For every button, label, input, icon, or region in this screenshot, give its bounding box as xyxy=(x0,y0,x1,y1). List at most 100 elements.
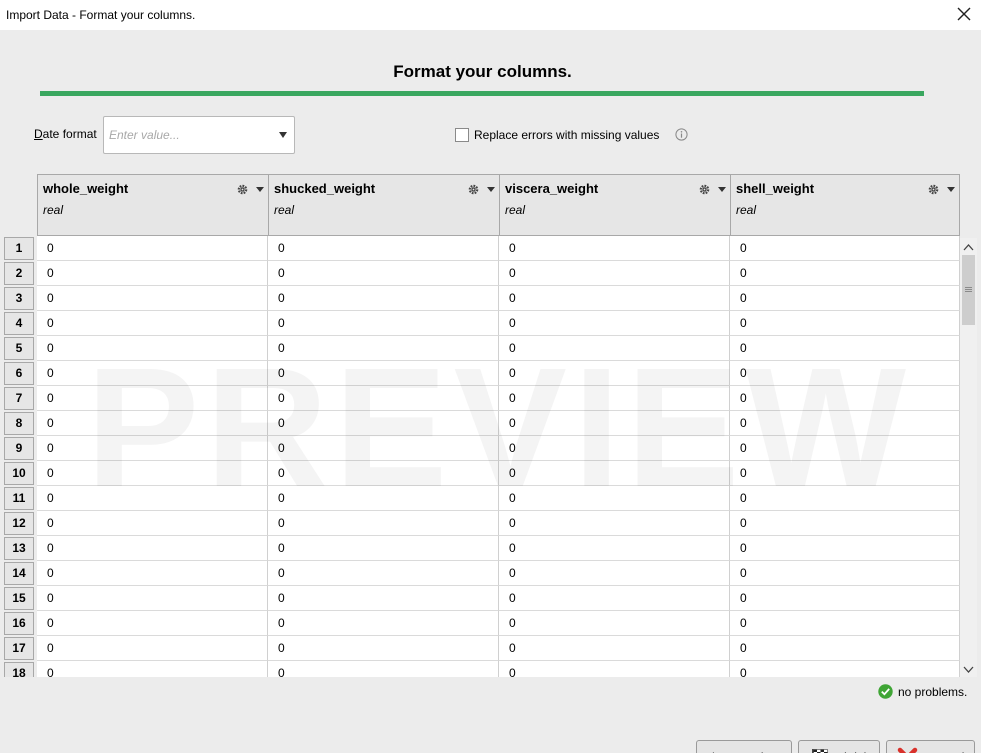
table-cell[interactable]: 0 xyxy=(37,311,268,336)
table-cell[interactable]: 0 xyxy=(730,361,960,386)
column-header[interactable]: viscera_weight real xyxy=(499,174,731,236)
table-cell[interactable]: 0 xyxy=(730,536,960,561)
table-cell[interactable]: 0 xyxy=(37,536,268,561)
table-cell[interactable]: 0 xyxy=(268,636,499,661)
table-cell[interactable]: 0 xyxy=(37,511,268,536)
table-row[interactable]: 80000 xyxy=(4,411,960,436)
table-cell[interactable]: 0 xyxy=(268,661,499,677)
table-cell[interactable]: 0 xyxy=(499,536,730,561)
table-cell[interactable]: 0 xyxy=(499,236,730,261)
chevron-down-icon[interactable] xyxy=(256,187,264,192)
table-cell[interactable]: 0 xyxy=(730,236,960,261)
column-header[interactable]: whole_weight real xyxy=(37,174,269,236)
table-cell[interactable]: 0 xyxy=(37,661,268,677)
table-cell[interactable]: 0 xyxy=(37,636,268,661)
table-cell[interactable]: 0 xyxy=(730,311,960,336)
table-row[interactable]: 13 0 0 0 0 xyxy=(4,536,960,561)
table-cell[interactable]: 0 xyxy=(37,436,268,461)
table-cell[interactable]: 0 xyxy=(730,486,960,511)
table-cell[interactable]: 0 xyxy=(499,436,730,461)
chevron-up-icon[interactable] xyxy=(960,240,977,254)
chevron-down-icon[interactable] xyxy=(487,187,495,192)
chevron-down-icon[interactable] xyxy=(279,132,287,138)
chevron-down-icon[interactable] xyxy=(718,187,726,192)
table-cell[interactable]: 0 xyxy=(499,511,730,536)
table-row[interactable]: 12 0 0 0 0 xyxy=(4,511,960,536)
table-cell[interactable]: 0 xyxy=(730,411,960,436)
table-cell[interactable]: 0 xyxy=(268,311,499,336)
replace-errors-checkbox[interactable] xyxy=(455,128,469,142)
table-cell[interactable]: 0 xyxy=(268,386,499,411)
table-cell[interactable]: 0 xyxy=(499,561,730,586)
table-cell[interactable]: 0 xyxy=(37,411,268,436)
table-row[interactable]: 14 0 0 0 0 xyxy=(4,561,960,586)
table-cell[interactable]: 0 xyxy=(499,661,730,677)
table-cell[interactable]: 0 xyxy=(37,286,268,311)
date-format-select[interactable]: Enter value... xyxy=(103,116,295,154)
table-row[interactable]: 10 0 0 0 0 xyxy=(4,461,960,486)
table-row[interactable]: 70000 xyxy=(4,386,960,411)
table-row[interactable]: 90000 xyxy=(4,436,960,461)
column-header[interactable]: shucked_weight real xyxy=(268,174,500,236)
table-row[interactable]: 17 0 0 0 0 xyxy=(4,636,960,661)
gear-icon[interactable] xyxy=(699,184,710,195)
table-cell[interactable]: 0 xyxy=(268,561,499,586)
table-cell[interactable]: 0 xyxy=(730,611,960,636)
table-row[interactable]: 11 0 0 0 0 xyxy=(4,486,960,511)
table-cell[interactable]: 0 xyxy=(268,336,499,361)
replace-errors-label[interactable]: Replace errors with missing values xyxy=(474,128,659,142)
table-cell[interactable]: 0 xyxy=(37,461,268,486)
table-cell[interactable]: 0 xyxy=(37,236,268,261)
gear-icon[interactable] xyxy=(468,184,479,195)
table-cell[interactable]: 0 xyxy=(730,586,960,611)
finish-button[interactable]: Finish xyxy=(798,740,880,753)
table-cell[interactable]: 0 xyxy=(730,336,960,361)
chevron-down-icon[interactable] xyxy=(960,663,977,677)
table-cell[interactable]: 0 xyxy=(730,436,960,461)
close-icon[interactable] xyxy=(955,5,973,23)
info-icon[interactable] xyxy=(675,128,688,141)
table-cell[interactable]: 0 xyxy=(499,611,730,636)
table-cell[interactable]: 0 xyxy=(499,311,730,336)
scroll-thumb[interactable] xyxy=(962,255,975,325)
table-cell[interactable]: 0 xyxy=(37,361,268,386)
table-row[interactable]: 15 0 0 0 0 xyxy=(4,586,960,611)
table-cell[interactable]: 0 xyxy=(268,411,499,436)
table-cell[interactable]: 0 xyxy=(268,436,499,461)
table-cell[interactable]: 0 xyxy=(37,561,268,586)
table-cell[interactable]: 0 xyxy=(730,261,960,286)
previous-button[interactable]: Previous xyxy=(696,740,792,753)
table-cell[interactable]: 0 xyxy=(268,361,499,386)
table-cell[interactable]: 0 xyxy=(268,236,499,261)
table-cell[interactable]: 0 xyxy=(499,411,730,436)
table-cell[interactable]: 0 xyxy=(37,386,268,411)
table-cell[interactable]: 0 xyxy=(730,461,960,486)
cancel-button[interactable]: Cancel xyxy=(886,740,975,753)
table-cell[interactable]: 0 xyxy=(730,386,960,411)
table-row[interactable]: 20000 xyxy=(4,261,960,286)
table-cell[interactable]: 0 xyxy=(268,286,499,311)
table-row[interactable]: 30000 xyxy=(4,286,960,311)
table-row[interactable]: 16 0 0 0 0 xyxy=(4,611,960,636)
table-cell[interactable]: 0 xyxy=(499,286,730,311)
table-cell[interactable]: 0 xyxy=(37,486,268,511)
table-row[interactable]: 60000 xyxy=(4,361,960,386)
table-cell[interactable]: 0 xyxy=(268,611,499,636)
table-cell[interactable]: 0 xyxy=(37,261,268,286)
table-cell[interactable]: 0 xyxy=(730,286,960,311)
table-cell[interactable]: 0 xyxy=(499,261,730,286)
table-cell[interactable]: 0 xyxy=(730,561,960,586)
table-cell[interactable]: 0 xyxy=(499,461,730,486)
table-cell[interactable]: 0 xyxy=(730,661,960,677)
table-row[interactable]: 40000 xyxy=(4,311,960,336)
table-cell[interactable]: 0 xyxy=(499,636,730,661)
table-row[interactable]: 18 0 0 0 0 xyxy=(4,661,960,677)
table-cell[interactable]: 0 xyxy=(499,486,730,511)
gear-icon[interactable] xyxy=(928,184,939,195)
table-cell[interactable]: 0 xyxy=(268,586,499,611)
table-row[interactable]: 10000 xyxy=(4,236,960,261)
table-cell[interactable]: 0 xyxy=(268,486,499,511)
vertical-scrollbar[interactable] xyxy=(960,238,977,677)
table-cell[interactable]: 0 xyxy=(268,511,499,536)
table-cell[interactable]: 0 xyxy=(37,586,268,611)
